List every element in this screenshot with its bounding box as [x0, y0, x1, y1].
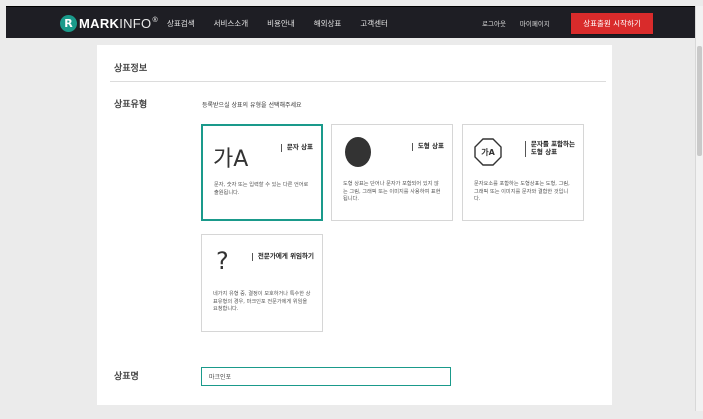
section-title: 상표정보 — [114, 64, 148, 74]
markinfo-logo[interactable]: R MARKINFO® — [60, 14, 158, 32]
card-combined-mark[interactable]: 가A 문자를 포함하는 도형 상표 문자요소를 포함하는 도형상표는 도형, 그… — [462, 124, 584, 221]
card-title: 문자 상표 — [280, 143, 313, 152]
nav-overseas-trademark[interactable]: 해외상표 — [314, 18, 342, 29]
card-description: 도형 상표는 단어나 문자가 포함되어 있지 않는 그림, 그래픽 또는 이미지… — [343, 181, 441, 203]
start-application-button[interactable]: 상표출원 시작하기 — [571, 13, 653, 34]
card-title: 전문가에게 위임하기 — [251, 252, 314, 261]
logo-light-text: INFO — [119, 15, 152, 31]
nav-service-intro[interactable]: 서비스소개 — [214, 18, 249, 29]
card-title: 문자를 포함하는 도형 상표 — [524, 140, 575, 157]
card-title-line-2: 도형 상표 — [530, 147, 558, 156]
question-mark-icon: ? — [216, 247, 229, 275]
card-description: 문자요소를 포함하는 도형상표는 도형, 그림, 그래픽 또는 이미지를 문자와… — [474, 181, 570, 203]
octagon-text-icon: 가A — [474, 138, 502, 166]
trademark-name-input[interactable] — [201, 367, 451, 386]
nav-pricing[interactable]: 비용안내 — [267, 18, 295, 29]
octagon-icon-text: 가A — [481, 147, 495, 157]
logo-wordmark: MARKINFO® — [79, 16, 158, 31]
section-divider — [110, 81, 606, 82]
logo-bold-text: MARK — [79, 15, 120, 31]
main-nav: 상표검색 서비스소개 비용안내 해외상표 고객센터 — [167, 7, 407, 39]
word-mark-icon: 가A — [213, 147, 249, 172]
user-nav: 로그아웃 마이페이지 — [482, 7, 564, 39]
card-description: 네가지 유형 중, 결정이 모호하거나 특수한 상표유형의 경우, 마크인포 전… — [213, 291, 311, 313]
card-figurative-mark[interactable]: 도형 상표 도형 상표는 단어나 문자가 포함되어 있지 않는 그림, 그래픽 … — [331, 124, 453, 221]
nav-customer-center[interactable]: 고객센터 — [360, 18, 388, 29]
scrollbar-thumb[interactable] — [697, 46, 702, 156]
card-title: 도형 상표 — [411, 142, 444, 151]
top-navigation-bar: R MARKINFO® 상표검색 서비스소개 비용안내 해외상표 고객센터 로그… — [6, 6, 695, 38]
card-delegate-expert[interactable]: ? 전문가에게 위임하기 네가지 유형 중, 결정이 모호하거나 특수한 상표유… — [201, 234, 323, 332]
nav-trademark-search[interactable]: 상표검색 — [167, 18, 195, 29]
card-word-mark[interactable]: 가A 문자 상표 문자, 숫자 또는 입력할 수 있는 다른 언어로 출원됩니다… — [201, 124, 323, 221]
shape-blob-icon — [345, 137, 371, 167]
logo-registered-mark: ® — [152, 16, 158, 24]
logo-r-icon: R — [60, 14, 77, 32]
logout-link[interactable]: 로그아웃 — [482, 18, 506, 28]
card-description: 문자, 숫자 또는 입력할 수 있는 다른 언어로 출원됩니다. — [214, 182, 309, 196]
mypage-link[interactable]: 마이페이지 — [520, 18, 550, 28]
trademark-info-panel: 상표정보 상표유형 등록받으실 상표의 유형을 선택해주세요 가A 문자 상표 … — [97, 45, 612, 405]
trademark-name-label: 상표명 — [114, 372, 139, 382]
trademark-type-label: 상표유형 — [114, 100, 148, 110]
type-instruction: 등록받으실 상표의 유형을 선택해주세요 — [202, 102, 302, 109]
page-scrollbar[interactable] — [695, 6, 703, 411]
